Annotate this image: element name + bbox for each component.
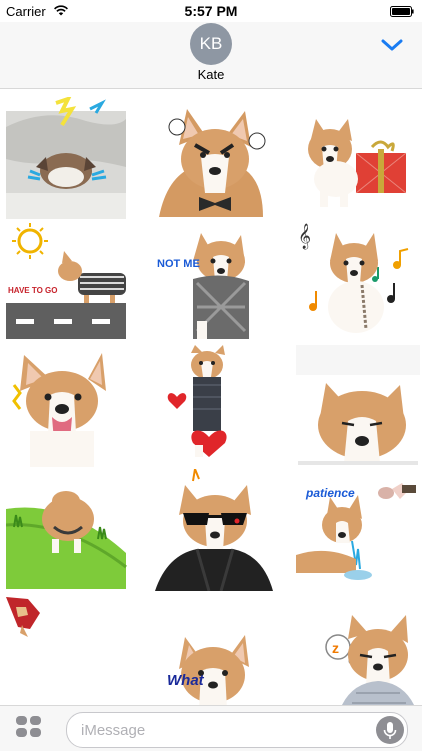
contact-name[interactable]: Kate <box>0 67 422 82</box>
svg-text:𝄞: 𝄞 <box>298 223 311 249</box>
sticker-corgi-with-music[interactable]: 𝄞 <box>296 221 420 343</box>
chevron-down-icon[interactable] <box>380 37 404 53</box>
sticker-corgi-what[interactable]: What <box>153 593 277 705</box>
sticker-grid: HAVE TO GO NOT ME 𝄞 patience What z <box>0 89 422 705</box>
imessage-input[interactable]: iMessage <box>66 712 408 748</box>
sticker-happy-corgi-tongue[interactable] <box>6 345 130 467</box>
sticker-corgi-with-gift[interactable] <box>296 97 420 219</box>
sticker-caption-what: What <box>167 672 205 689</box>
sticker-corgi-patience[interactable]: patience <box>296 469 420 591</box>
sticker-sleepy-corgi[interactable] <box>296 345 420 467</box>
sticker-caption-z: z <box>332 640 339 656</box>
sticker-caption-have-to-go: HAVE TO GO <box>8 286 58 295</box>
sticker-corgi-on-hill[interactable] <box>6 469 130 591</box>
message-compose-bar: iMessage <box>0 705 422 751</box>
sticker-corgi-running-road[interactable]: HAVE TO GO <box>6 221 130 343</box>
sticker-corgi-under-blanket[interactable] <box>6 97 130 219</box>
contact-avatar[interactable]: KB <box>190 23 232 65</box>
status-bar: Carrier 5:57 PM <box>0 0 422 22</box>
sticker-caption-not-me: NOT ME <box>157 258 200 270</box>
app-drawer-icon[interactable] <box>16 716 42 738</box>
sticker-corgi-cape[interactable] <box>6 593 130 705</box>
status-time: 5:57 PM <box>184 3 238 19</box>
battery-icon <box>390 6 414 17</box>
sticker-corgi-sunglasses-jacket[interactable] <box>153 469 277 591</box>
imessage-placeholder: iMessage <box>81 722 146 739</box>
sticker-corgi-with-scarf[interactable]: NOT ME <box>153 221 277 343</box>
sticker-angry-corgi-bowtie[interactable] <box>153 97 277 219</box>
sticker-corgi-with-heart[interactable] <box>153 345 277 467</box>
microphone-icon[interactable] <box>376 716 404 744</box>
conversation-header: KB Kate <box>0 22 422 89</box>
sticker-corgi-sleeping-z[interactable]: z <box>296 593 420 705</box>
